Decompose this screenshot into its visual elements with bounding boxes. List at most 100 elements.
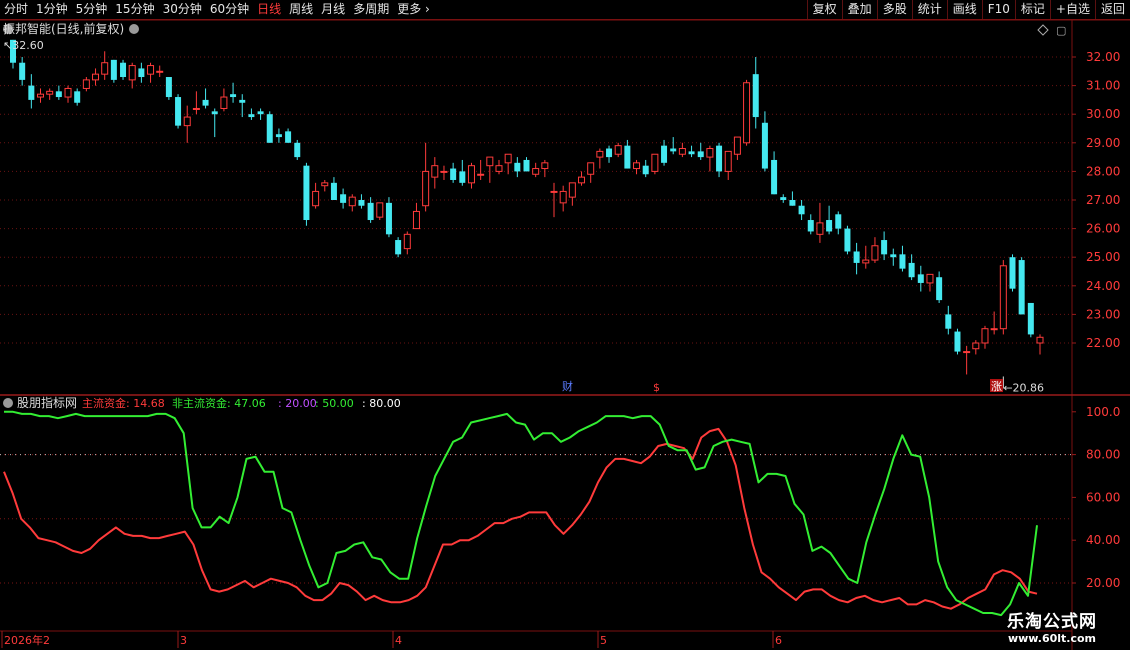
- candle-body-down: [266, 114, 273, 143]
- candle-body-down: [688, 151, 695, 155]
- candle-body-down: [826, 220, 833, 232]
- candle-body-down: [936, 277, 943, 301]
- candle-body-down: [954, 331, 961, 352]
- toolbar-button-3[interactable]: 统计: [911, 0, 947, 19]
- candle-body-down: [330, 182, 337, 200]
- candle-body-down: [202, 99, 209, 106]
- period-tab-9[interactable]: 多周期: [349, 0, 393, 19]
- period-tab-3[interactable]: 15分钟: [111, 0, 158, 19]
- candle-body-up: [559, 190, 567, 204]
- candle-body-down: [761, 122, 768, 169]
- toolbar-button-7[interactable]: +自选: [1049, 0, 1095, 19]
- period-tab-6[interactable]: 日线: [253, 0, 285, 19]
- high-price-label: ↖32.60: [3, 39, 44, 52]
- toolbar-button-4[interactable]: 画线: [946, 0, 982, 19]
- candle-body-up: [192, 107, 200, 110]
- candle-body-up: [926, 273, 934, 284]
- candle-body-down: [844, 228, 851, 252]
- candle-body-up: [706, 148, 714, 158]
- indicator-tick-label: 40.00: [1086, 533, 1120, 547]
- candle-body-up: [651, 153, 659, 172]
- price-tick-label: 27.00: [1086, 193, 1120, 207]
- candle-body-down: [248, 114, 255, 118]
- candle-body-down: [670, 148, 677, 152]
- candle-body-up: [220, 96, 228, 109]
- candle-body-down: [890, 254, 897, 258]
- candle-body-up: [596, 150, 604, 158]
- period-tab-8[interactable]: 月线: [317, 0, 349, 19]
- candle-body-down: [340, 194, 347, 203]
- candle-body-down: [523, 159, 530, 172]
- period-tab-7[interactable]: 周线: [285, 0, 317, 19]
- toolbar-button-5[interactable]: F10: [981, 0, 1015, 19]
- indicator-legend-2: : 20.00: [278, 397, 317, 410]
- toolbar-button-6[interactable]: 标记: [1014, 0, 1050, 19]
- candle-body-down: [624, 145, 631, 169]
- indicator-legend-0: 主流资金: 14.68: [82, 396, 165, 410]
- candle-body-up: [816, 222, 824, 235]
- toolbar-button-1[interactable]: 叠加: [841, 0, 877, 19]
- period-tab-4[interactable]: 30分钟: [159, 0, 206, 19]
- candle-body-down: [55, 91, 62, 98]
- indicator-legend-4: : 80.00: [362, 397, 401, 410]
- watermark-logo: 乐淘公式网 www.60lt.com: [992, 607, 1112, 647]
- candle-body-down: [275, 134, 282, 138]
- indicator-collapse-icon: [3, 398, 13, 408]
- price-panel-title: 振邦智能(日线,前复权): [3, 21, 124, 36]
- watermark-title: 乐淘公式网: [1007, 612, 1097, 632]
- x-axis-label-4: 6: [775, 634, 782, 647]
- period-tab-5[interactable]: 60分钟: [206, 0, 253, 19]
- candle-body-up: [541, 162, 549, 170]
- price-tick-label: 22.00: [1086, 336, 1120, 350]
- period-tab-0[interactable]: 分时: [0, 0, 32, 19]
- candle-body-down: [230, 94, 237, 98]
- candle-body-up: [550, 190, 558, 193]
- period-tab-2[interactable]: 5分钟: [72, 0, 112, 19]
- candle-body-up: [587, 162, 595, 175]
- indicator-tick-label: 20.00: [1086, 576, 1120, 590]
- indicator-tick-label: 60.00: [1086, 490, 1120, 504]
- toolbar-button-2[interactable]: 多股: [876, 0, 912, 19]
- candle-body-down: [807, 220, 814, 232]
- candle-body-down: [239, 99, 246, 103]
- candle-body-down: [642, 165, 649, 175]
- candle-body-down: [780, 197, 787, 200]
- candle-body-up: [981, 328, 989, 344]
- candle-body-down: [294, 142, 301, 158]
- candle-body-down: [110, 59, 117, 80]
- toolbar-buttons: 复权 叠加 多股 统计 画线 F10 标记 +自选 返回: [806, 0, 1130, 19]
- period-tab-10[interactable]: 更多 ›: [393, 0, 434, 19]
- candle-body-up: [990, 328, 998, 331]
- candle-body-up: [477, 173, 485, 176]
- candle-body-down: [945, 314, 952, 329]
- candle-body-down: [752, 74, 759, 118]
- candle-body-up: [376, 202, 384, 218]
- candle-body-down: [789, 200, 796, 206]
- candle-body-down: [358, 200, 365, 206]
- toolbar-button-0[interactable]: 复权: [806, 0, 842, 19]
- price-tick-label: 28.00: [1086, 164, 1120, 178]
- candle-body-up: [183, 116, 191, 127]
- window-icon: ▢: [1056, 24, 1066, 37]
- candle-body-up: [724, 150, 732, 172]
- candle-body-up: [412, 210, 420, 230]
- candle-body-down: [917, 274, 924, 283]
- toolbar-button-8[interactable]: 返回: [1094, 0, 1130, 19]
- candle-body-down: [28, 85, 35, 100]
- candle-body-up: [82, 79, 90, 89]
- candle-body-down: [1018, 260, 1025, 315]
- period-tab-1[interactable]: 1分钟: [32, 0, 72, 19]
- candle-body-down: [606, 148, 613, 158]
- candle-body-up: [46, 90, 54, 95]
- candle-body-up: [321, 182, 329, 187]
- candle-body-up: [128, 65, 136, 81]
- event-marker-dollar: $: [653, 381, 660, 394]
- candle-body-down: [514, 162, 521, 172]
- candle-body-up: [495, 165, 503, 172]
- candle-body-down: [908, 262, 915, 278]
- candle-body-up: [403, 233, 411, 250]
- candle-body-down: [175, 97, 182, 126]
- indicator-legend-3: : 50.00: [315, 397, 354, 410]
- candle-body-up: [862, 259, 870, 264]
- candle-body-down: [661, 145, 668, 163]
